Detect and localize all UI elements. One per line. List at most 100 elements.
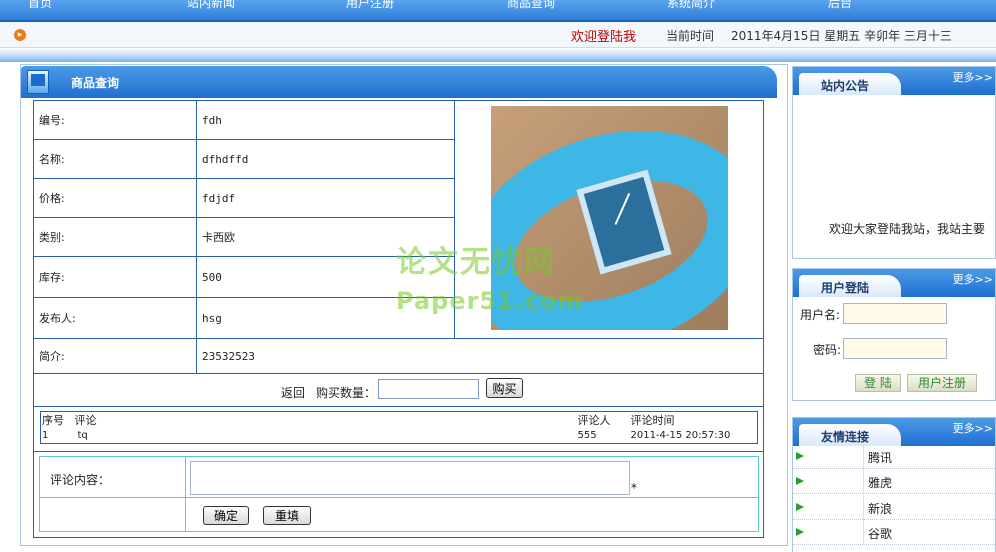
comment-content-label: 评论内容： [50,473,111,487]
username-label: 用户名: [800,308,841,322]
list-item[interactable]: 新浪 [793,495,995,520]
welcome-text: 欢迎登陆我 [571,30,637,45]
register-button[interactable]: 用户注册 [907,374,977,392]
login-title: 用户登陆 [821,281,870,295]
login-more-link[interactable]: 更多>> [953,271,993,287]
column-header: 序号 [42,414,64,427]
comment-content-input[interactable] [190,461,630,495]
panel-header: 商品查询 [21,66,777,98]
comment-time: 2011-4-15 20:57:30 [630,429,731,441]
divider [185,457,186,531]
field-row: 编号: fdh [33,100,764,339]
ticker-bar: ▸ 欢迎登陆我 当前时间 2011年4月15日 星期五 辛卯年 三月十三 [0,22,996,48]
list-item[interactable]: 雅虎 [793,469,995,494]
notice-header: 站内公告 更多>> [793,67,995,95]
comment-text: tq [77,429,88,441]
links-header: 友情连接 更多>> [793,418,995,446]
field-label: 发布人: [33,297,197,339]
product-detail-table: 编号: fdh 名称: dfhdffd 价格: fdjdf 类别: 卡西欧 库存… [33,100,764,374]
confirm-button[interactable]: 确定 [203,506,249,525]
comment-author: 555 [577,429,597,441]
friend-links-box: 友情连接 更多>> 腾讯 雅虎 新浪 谷歌 [792,417,996,552]
product-image-cell [454,100,764,339]
link-name[interactable]: 新浪 [868,500,892,517]
comment-no: 1 [42,429,49,441]
notice-box: 站内公告 更多>> 欢迎大家登陆我站，我站主要 [792,66,996,259]
buy-row: 返回 购买数量： 购买 [33,373,764,407]
comment-form: 评论内容： * 确定 重填 [33,452,764,538]
login-header: 用户登陆 更多>> [793,269,995,297]
field-label: 库存: [33,256,197,298]
notice-tab: 站内公告 [799,73,901,95]
password-label: 密码: [813,343,842,357]
top-navigation: 首页 站内新闻 用户注册 商品查询 系统简介 后台 [0,0,996,22]
comment-form-inner: 评论内容： * 确定 重填 [39,456,759,532]
divider [863,520,864,545]
link-name[interactable]: 谷歌 [868,525,892,542]
monitor-icon [27,70,49,94]
product-panel: 商品查询 编号: fdh 名称: dfhdffd 价格: fdjdf 类别: 卡… [20,64,788,546]
comments-section: 序号 评论 评论人 评论时间 1 tq 555 2011-4-15 20:57:… [33,407,764,452]
field-value: fdjdf [196,178,455,218]
field-row: 简介: 23532523 [33,338,764,374]
arrow-bullet-icon [796,477,804,485]
field-value: hsg [196,297,455,339]
notice-text: 欢迎大家登陆我站，我站主要 [829,222,986,236]
divider [863,444,864,469]
panel-title: 商品查询 [71,76,120,90]
field-label: 编号: [33,100,197,140]
notice-more-link[interactable]: 更多>> [953,69,993,85]
column-header: 评论人 [577,414,611,427]
field-value: 卡西欧 [196,217,455,257]
divider [40,497,758,498]
buy-button[interactable]: 购买 [486,378,523,398]
nav-home[interactable]: 首页 [28,0,52,11]
password-input[interactable] [843,338,947,359]
field-label: 价格: [33,178,197,218]
link-name[interactable]: 雅虎 [868,474,892,491]
login-button[interactable]: 登 陆 [855,374,901,392]
notice-title: 站内公告 [821,79,870,93]
back-link[interactable]: 返回 [281,384,305,401]
column-header: 评论 [74,414,97,427]
links-tab: 友情连接 [799,424,901,446]
arrow-right-icon: ▸ [14,29,26,41]
quantity-input[interactable] [378,379,479,399]
divider [863,469,864,494]
nav-news[interactable]: 站内新闻 [187,0,235,11]
links-more-link[interactable]: 更多>> [953,420,993,436]
nav-product-search[interactable]: 商品查询 [507,0,555,11]
login-tab: 用户登陆 [799,275,901,297]
nav-register[interactable]: 用户注册 [346,0,394,11]
time-label: 当前时间 [666,29,715,43]
column-header: 评论时间 [630,414,675,427]
list-item[interactable]: 腾讯 [793,444,995,469]
nav-admin[interactable]: 后台 [828,0,852,11]
product-image [490,106,728,330]
field-label: 简介: [33,338,197,374]
comments-table: 序号 评论 评论人 评论时间 1 tq 555 2011-4-15 20:57:… [40,411,758,444]
table-row: 1 tq 555 2011-4-15 20:57:30 [41,428,758,443]
links-title: 友情连接 [821,430,870,444]
arrow-bullet-icon [796,452,804,460]
arrow-bullet-icon [796,503,804,511]
field-value: dfhdffd [196,139,455,179]
login-box: 用户登陆 更多>> 用户名: 密码: 登 陆 用户注册 [792,268,996,401]
comments-header-row: 序号 评论 评论人 评论时间 [41,412,758,429]
field-value: 500 [196,256,455,298]
field-value: 23532523 [196,338,764,374]
field-value: fdh [196,100,455,140]
link-name[interactable]: 腾讯 [868,449,892,466]
field-label: 类别: [33,217,197,257]
required-mark: * [631,481,637,495]
divider [863,495,864,520]
reset-button[interactable]: 重填 [263,506,311,525]
field-label: 名称: [33,139,197,179]
list-item[interactable]: 谷歌 [793,520,995,545]
arrow-bullet-icon [796,528,804,536]
nav-about[interactable]: 系统简介 [667,0,715,11]
header-band [0,48,996,62]
quantity-label: 购买数量： [316,386,377,400]
time-value: 2011年4月15日 星期五 辛卯年 三月十三 [731,29,952,43]
username-input[interactable] [843,303,947,324]
